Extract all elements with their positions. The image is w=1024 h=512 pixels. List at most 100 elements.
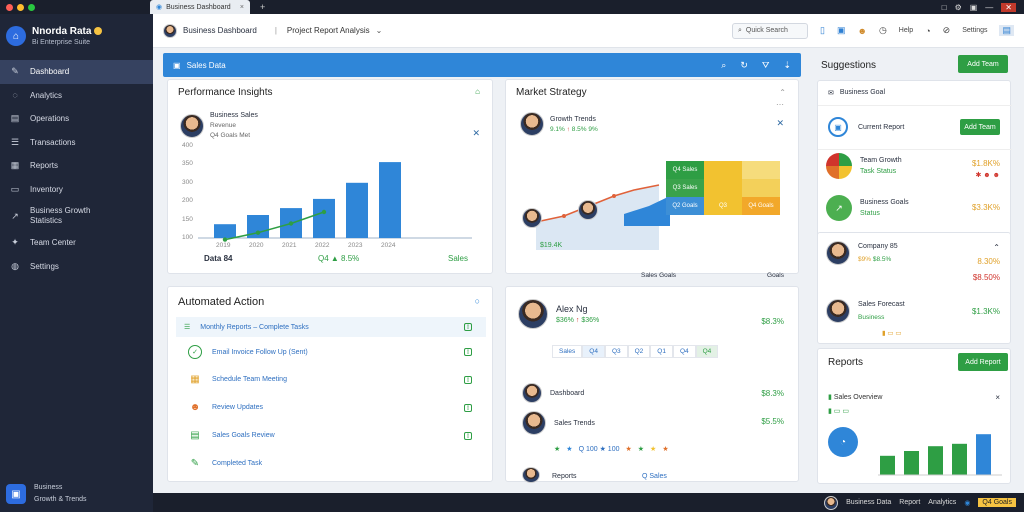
person-card[interactable]: Company 85 $9% $8.5% [826, 241, 898, 265]
action-row[interactable]: ✎ Completed Task [188, 458, 486, 469]
sidebar-footer[interactable]: ▣ Business Growth & Trends [6, 482, 87, 506]
settings-label[interactable]: Settings [962, 27, 987, 34]
action-row[interactable]: ✓ Email Invoice Follow Up (Sent) ▯ [188, 345, 486, 359]
heatmap-cell[interactable]: Q2 Goals [666, 197, 704, 215]
pill[interactable]: Q3 [604, 345, 628, 358]
help-label[interactable]: Help [899, 27, 913, 34]
bar[interactable] [379, 162, 401, 238]
pill[interactable]: Sales [552, 345, 583, 358]
download-icon[interactable]: ⇣ [783, 60, 791, 71]
heatmap: Q4 Sales Q3 Sales Q2 Goals Q3 Q4 Goals [666, 161, 780, 215]
window-ctl-1[interactable]: □ [942, 3, 947, 12]
sidebar-item-dashboard[interactable]: ✎ Dashboard [0, 60, 153, 84]
report-bar[interactable] [928, 446, 943, 475]
grid-icon[interactable]: ▣ [837, 25, 846, 36]
report-bar[interactable] [976, 434, 991, 475]
action-row[interactable]: ▦ Schedule Team Meeting ▯ [188, 374, 486, 385]
avatar[interactable] [824, 495, 839, 510]
maximize-window-icon[interactable] [28, 3, 35, 11]
heatmap-cell[interactable]: Q3 Sales [666, 179, 704, 197]
sidebar-item-analytics[interactable]: ◌ Analytics [0, 84, 153, 108]
pill[interactable]: Q4 [582, 345, 605, 358]
status-item[interactable]: Analytics [928, 499, 956, 506]
suggestion-item[interactable]: ▣ Current Report [828, 117, 904, 137]
filter-icon[interactable]: ⛛ [762, 60, 770, 71]
pill[interactable]: Q2 [627, 345, 651, 358]
chevron-up-icon[interactable]: ⌃ [993, 243, 1000, 252]
doc-icon[interactable]: ▯ [464, 348, 472, 356]
list-item[interactable]: Sales Trends [522, 411, 595, 435]
sidebar-item-growth[interactable]: ↗ Business Growth Statistics [0, 201, 153, 231]
history-icon[interactable]: ◔ [925, 26, 930, 36]
search-icon[interactable]: ⌕ [721, 60, 726, 71]
breadcrumb[interactable]: Project Report Analysis [287, 26, 370, 35]
bar[interactable] [346, 182, 368, 238]
report-bar[interactable] [904, 451, 919, 475]
app-logo[interactable]: ⌂ Nnorda Rata Bi Enterprise Suite [0, 14, 153, 58]
status-user: Business Data [846, 499, 892, 506]
report-bar[interactable] [880, 455, 895, 475]
sidebar-item-reports[interactable]: ▦ Reports [0, 154, 153, 178]
add-team-button[interactable]: Add Team [958, 55, 1008, 73]
dark-mode-icon[interactable]: ▤ [999, 25, 1014, 36]
close-window-icon[interactable] [6, 3, 13, 11]
rep-foot-b[interactable]: Q Sales [642, 473, 667, 480]
window-ctl-2[interactable]: ⚙ [955, 3, 962, 12]
info-icon[interactable]: ○ [475, 296, 480, 306]
sidebar-item-operations[interactable]: ▤ Operations [0, 107, 153, 131]
window-ctl-3[interactable]: ▣ [970, 3, 978, 12]
action-row[interactable]: ☰ Monthly Reports – Complete Tasks ▯ [176, 317, 486, 337]
doc-icon[interactable]: ▯ [464, 403, 472, 412]
sidebar-item-team[interactable]: ✦ Team Center [0, 231, 153, 255]
add-report-button[interactable]: Add Report [958, 353, 1008, 371]
heatmap-cell[interactable]: Q3 [704, 197, 742, 215]
status-badge[interactable]: Q4 Goals [978, 498, 1016, 507]
heatmap-cell[interactable] [742, 179, 780, 197]
bar[interactable] [313, 198, 335, 238]
heatmap-cell[interactable] [704, 179, 742, 197]
heatmap-cell[interactable]: Q4 Goals [742, 197, 780, 215]
sidebar-item-inventory[interactable]: ▭ Inventory [0, 178, 153, 202]
refresh-icon[interactable]: ↻ [740, 60, 748, 71]
sidebar-item-settings[interactable]: ◍ Settings [0, 255, 153, 279]
doc-icon[interactable]: ▯ [464, 431, 472, 440]
action-row[interactable]: ☻ Review Updates ▯ [188, 402, 486, 413]
suggestion-item[interactable]: ↗ Business Goals Status [826, 195, 909, 221]
chevron-down-icon[interactable]: ⌄ [376, 26, 383, 35]
more-icon[interactable]: ⋯ [776, 100, 784, 109]
add-team-button[interactable]: Add Team [960, 119, 1000, 135]
clock-icon[interactable]: ◷ [879, 25, 887, 36]
window-ctl-4[interactable]: — [985, 3, 993, 12]
pill[interactable]: Q4 [695, 345, 719, 358]
pill[interactable]: Q1 [650, 345, 673, 358]
avatar[interactable] [163, 23, 177, 38]
tab-close-icon[interactable]: × [240, 4, 244, 11]
sidebar-item-transactions[interactable]: ☰ Transactions [0, 131, 153, 155]
status-item[interactable]: Report [899, 499, 920, 506]
pill[interactable]: Q4 [672, 345, 696, 358]
doc-icon[interactable]: ▯ [464, 375, 472, 384]
pin-icon[interactable]: ✕ [776, 118, 784, 129]
chevron-up-icon[interactable]: ⌃ [779, 88, 786, 97]
report-bar[interactable] [952, 443, 967, 475]
bar[interactable] [214, 224, 236, 238]
search-input[interactable]: ⌕ Quick Search [731, 22, 808, 39]
globe-icon[interactable]: ◉ [964, 499, 970, 507]
item-icons[interactable]: ✱ ☻ ☻ [976, 171, 1001, 179]
alert-icon[interactable]: ⊘ [943, 25, 951, 36]
tablet-icon[interactable]: ▯ [820, 25, 825, 36]
user-icon[interactable]: ☻ [857, 26, 866, 36]
heatmap-cell[interactable] [704, 161, 742, 179]
window-close-button[interactable]: ✕ [1001, 2, 1016, 12]
action-row[interactable]: ▤ Sales Goals Review ▯ [188, 430, 486, 441]
browser-tab[interactable]: ◉ Business Dashboard × [150, 0, 250, 14]
heatmap-cell[interactable]: Q4 Sales [666, 161, 704, 179]
minimize-window-icon[interactable] [17, 3, 24, 11]
suggestion-item[interactable]: Team Growth Task Status [826, 153, 902, 179]
close-icon[interactable]: × [995, 393, 1000, 402]
doc-icon[interactable]: ▯ [464, 323, 472, 331]
person-card[interactable]: Sales Forecast Business [826, 299, 905, 323]
new-tab-icon[interactable]: + [250, 2, 265, 12]
list-item[interactable]: Dashboard [522, 383, 584, 403]
heatmap-cell[interactable] [742, 161, 780, 179]
